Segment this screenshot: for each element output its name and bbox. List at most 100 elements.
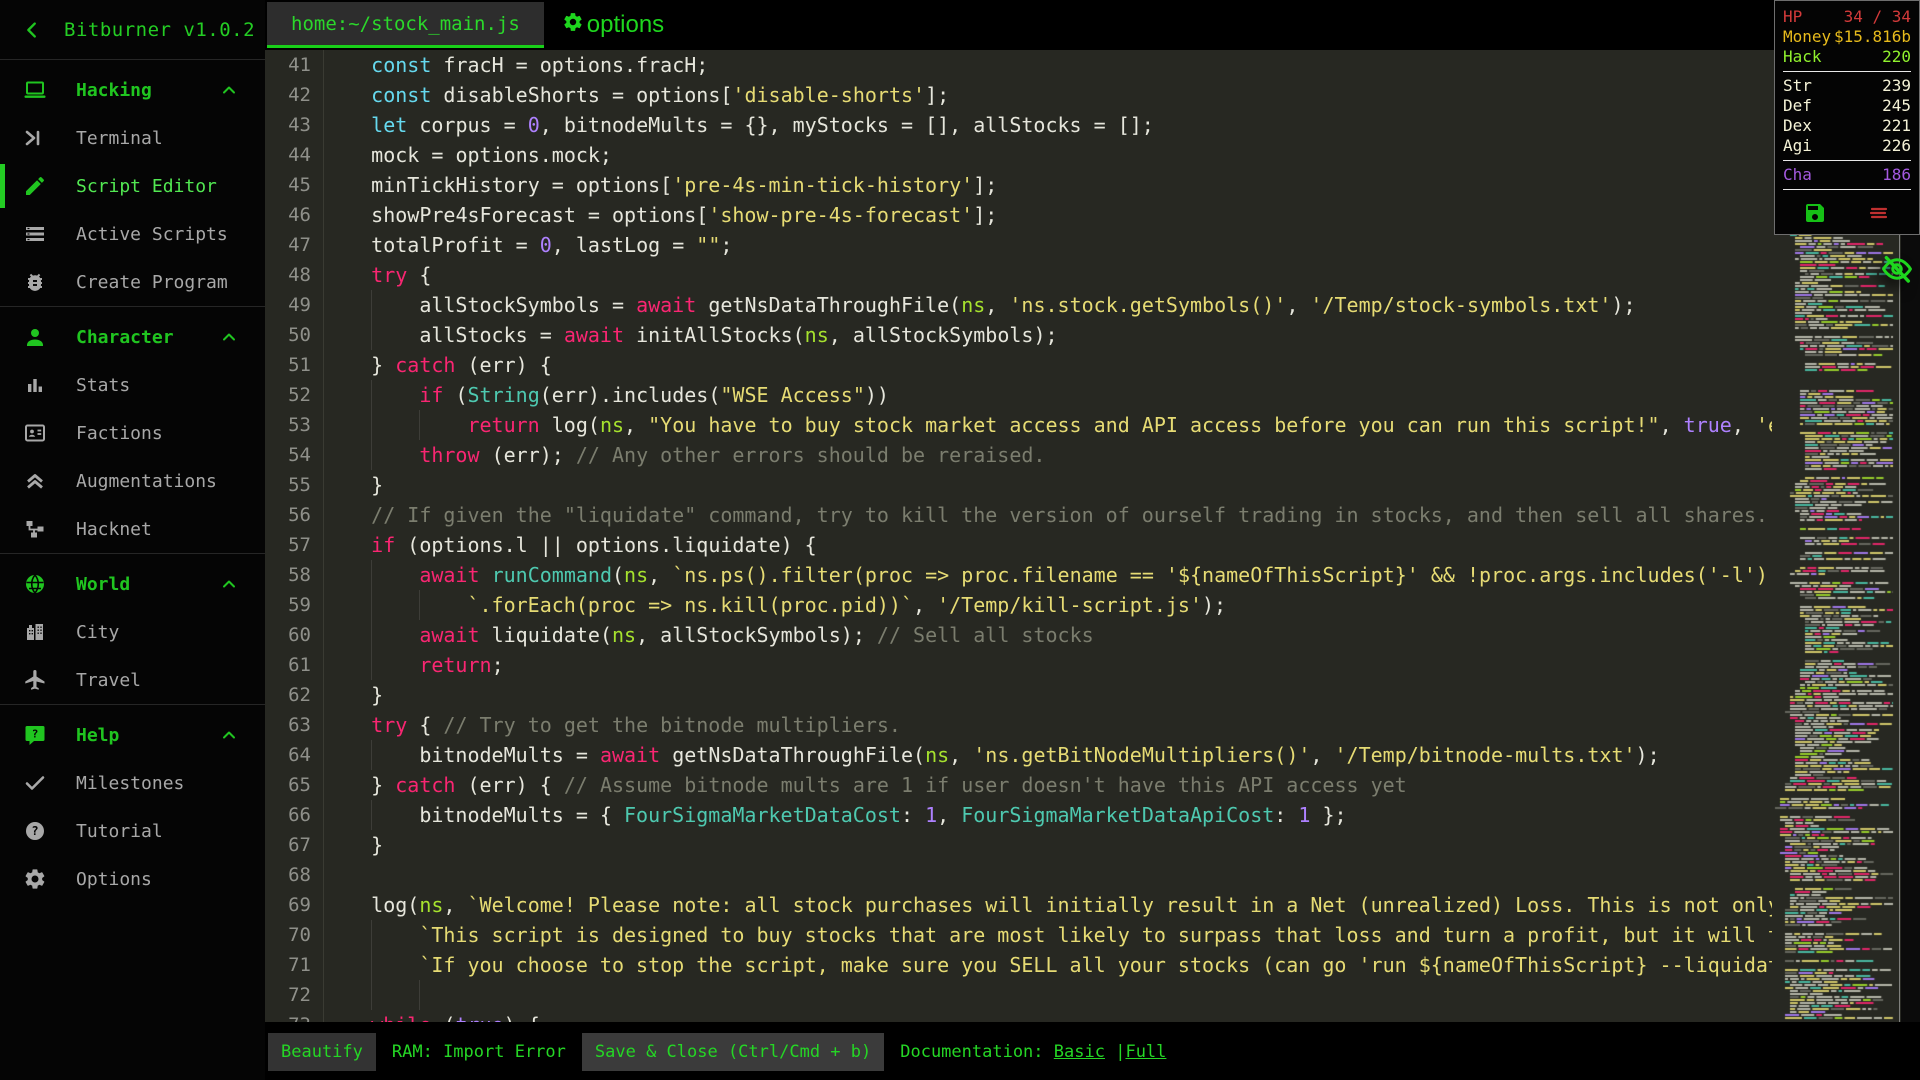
sidebar-section-header-help[interactable]: ? Help	[0, 711, 265, 759]
line-number: 56	[288, 504, 311, 526]
code-text: throw (err); // Any other errors should …	[419, 443, 1046, 467]
save-close-button[interactable]: Save & Close (Ctrl/Cmd + b)	[581, 1033, 885, 1071]
tab-stock-main-js[interactable]: home:~/stock_main.js	[267, 2, 544, 48]
character-overview-panel: HP 34 / 34 Money $15.816b Hack 220 Str 239 Def 24…	[1774, 0, 1920, 235]
sidebar-item-label: Travel	[76, 669, 142, 691]
sidebar-item-label: Character	[76, 326, 174, 348]
line-number: 53	[288, 414, 311, 436]
sidebar-section-hacking: Hacking Terminal Script Editor Active Scrip…	[0, 60, 265, 307]
code-text: }	[371, 683, 384, 707]
sidebar-item-label: Active Scripts	[76, 223, 228, 245]
sidebar-section-header-hacking[interactable]: Hacking	[0, 66, 265, 114]
sidebar-section-character: Character Stats Factions Augmentations Hackn…	[0, 307, 265, 554]
help-bubble-icon: ?	[22, 722, 48, 748]
save-game-icon[interactable]	[1802, 200, 1828, 226]
line-number: 52	[288, 384, 311, 406]
code-line: 50 allStocks = await initAllStocks(ns, al…	[265, 320, 1772, 350]
person-icon	[22, 324, 48, 350]
sidebar-item-stats[interactable]: Stats	[0, 361, 265, 409]
code-text: `.forEach(proc => ns.kill(proc.pid))`, '…	[467, 593, 1227, 617]
bitburner-app: Bitburner v1.0.2 Hacking Terminal Script E…	[0, 0, 1920, 1080]
code-text: // If given the "liquidate" command, try…	[371, 503, 1768, 527]
stat-label: Cha	[1783, 165, 1812, 184]
code-text: }	[371, 473, 384, 497]
main-area: home:~/stock_main.js options 41 const fra…	[265, 0, 1920, 1080]
sidebar-item-script-editor[interactable]: Script Editor	[0, 162, 265, 210]
code-line: 62}	[265, 680, 1772, 710]
script-editor[interactable]: 41 const fracH = options.fracH; 42 const di…	[265, 50, 1920, 1022]
sidebar-item-create-program[interactable]: Create Program	[0, 258, 265, 306]
indent-guide	[419, 410, 421, 440]
code-text: await liquidate(ns, allStockSymbols); //…	[419, 623, 1094, 647]
code-line: 51} catch (err) {	[265, 350, 1772, 380]
options-label: options	[586, 11, 665, 38]
stat-value: 221	[1882, 116, 1911, 135]
line-number: 49	[288, 294, 311, 316]
collapse-sidebar-icon[interactable]	[0, 19, 64, 41]
line-number: 43	[288, 114, 311, 136]
indent-guide	[371, 650, 373, 680]
sidebar-item-options[interactable]: Options	[0, 855, 265, 903]
gear-icon	[562, 11, 584, 40]
doc-full-link[interactable]: Full	[1125, 1042, 1166, 1062]
line-number: 65	[288, 774, 311, 796]
sidebar-item-active-scripts[interactable]: Active Scripts	[0, 210, 265, 258]
check-icon	[22, 770, 48, 796]
code-text: await runCommand(ns, `ns.ps().filter(pro…	[419, 563, 1768, 587]
doc-basic-link[interactable]: Basic	[1054, 1042, 1105, 1062]
line-number: 72	[288, 984, 311, 1006]
airplane-icon	[22, 667, 48, 693]
sidebar-section-help: ? Help Milestones ? Tutorial Options	[0, 705, 265, 903]
stat-row-hp: HP 34 / 34	[1783, 7, 1911, 27]
badge-icon	[22, 420, 48, 446]
editor-status-bar: Beautify RAM: Import Error Save & Close …	[268, 1022, 1920, 1080]
documentation-label: Documentation:	[900, 1042, 1044, 1062]
code-text: bitnodeMults = { FourSigmaMarketDataCost…	[419, 803, 1347, 827]
line-number: 67	[288, 834, 311, 856]
stats-divider	[1783, 189, 1911, 190]
editor-options-button[interactable]: options	[562, 11, 664, 40]
code-line: 56 // If given the "liquidate" command, t…	[265, 500, 1772, 530]
code-line: 49 allStockSymbols = await getNsDataThrou…	[265, 290, 1772, 320]
sidebar-section-header-world[interactable]: World	[0, 560, 265, 608]
code-line: 66 bitnodeMults = { FourSigmaMarketDataCo…	[265, 800, 1772, 830]
code-line: 53 return log(ns, "You have to buy stock …	[265, 410, 1772, 440]
laptop-icon	[22, 77, 48, 103]
beautify-button[interactable]: Beautify	[268, 1033, 376, 1071]
sidebar-item-terminal[interactable]: Terminal	[0, 114, 265, 162]
sidebar-item-hacknet[interactable]: Hacknet	[0, 505, 265, 553]
sidebar-item-augmentations[interactable]: Augmentations	[0, 457, 265, 505]
code-line: 70 `This script is designed to buy stocks…	[265, 920, 1772, 950]
sidebar-item-label: Augmentations	[76, 470, 217, 492]
sidebar-item-label: Milestones	[76, 772, 185, 794]
line-number: 61	[288, 654, 311, 676]
hacknet-icon	[22, 516, 48, 542]
code-text: log(ns, `Welcome! Please note: all stock…	[371, 893, 1772, 917]
line-number: 54	[288, 444, 311, 466]
sidebar-item-tutorial[interactable]: ? Tutorial	[0, 807, 265, 855]
line-number: 51	[288, 354, 311, 376]
code-text: allStockSymbols = await getNsDataThrough…	[419, 293, 1636, 317]
sidebar-item-city[interactable]: City	[0, 608, 265, 656]
stat-row-dex: Dex 221	[1783, 116, 1911, 136]
sidebar-item-factions[interactable]: Factions	[0, 409, 265, 457]
stat-value: 239	[1882, 76, 1911, 95]
sidebar-item-travel[interactable]: Travel	[0, 656, 265, 704]
sidebar-section-header-character[interactable]: Character	[0, 313, 265, 361]
indent-guide	[371, 380, 373, 410]
svg-text:?: ?	[32, 728, 39, 741]
stat-value: $15.816b	[1833, 27, 1911, 46]
stat-value: 226	[1882, 136, 1911, 155]
code-text: if (String(err).includes("WSE Access"))	[419, 383, 889, 407]
sidebar-sections: Hacking Terminal Script Editor Active Scrip…	[0, 60, 265, 903]
overview-menu-icon[interactable]	[1866, 200, 1892, 226]
ram-status: RAM: Import Error	[391, 1042, 566, 1062]
code-line: 64 bitnodeMults = await getNsDataThroughF…	[265, 740, 1772, 770]
sidebar-item-milestones[interactable]: Milestones	[0, 759, 265, 807]
code-text: const disableShorts = options['disable-s…	[371, 83, 950, 107]
code-text: minTickHistory = options['pre-4s-min-tic…	[371, 173, 998, 197]
line-number: 73	[265, 1010, 311, 1022]
visibility-off-icon[interactable]	[1878, 252, 1916, 286]
code-line: 68	[265, 860, 1772, 890]
code-text: }	[371, 833, 384, 857]
